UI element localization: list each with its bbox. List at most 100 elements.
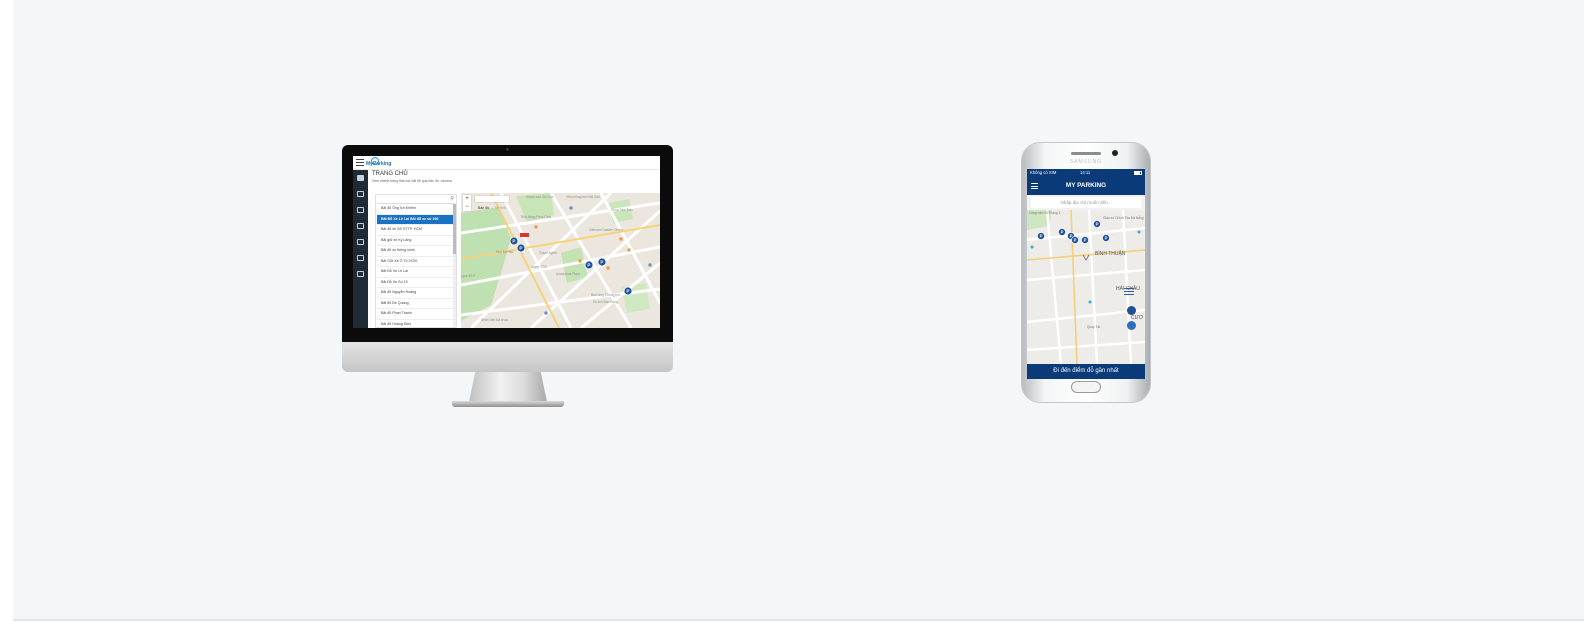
- parking-marker-icon[interactable]: P: [1081, 236, 1089, 244]
- calendar-icon[interactable]: [357, 255, 364, 261]
- parking-marker-icon[interactable]: P: [1037, 232, 1045, 240]
- lot-list-scrollbar[interactable]: [453, 204, 456, 327]
- svg-text:P: P: [1096, 222, 1099, 227]
- parking-lot-item[interactable]: Bãi Giữ Xe Ô Tô 2X3X: [377, 257, 454, 267]
- page-subtitle: Xem nhanh trạng thái các bãi đỗ qua bản …: [372, 179, 452, 183]
- parking-lot-icon[interactable]: [357, 191, 364, 197]
- list-view-icon[interactable]: [1124, 288, 1134, 296]
- parking-lot-list: Bãi đỗ Ông Ích Khiêm Bãi Đỗ Xe Lê Lai Bãi…: [377, 204, 454, 328]
- svg-text:P: P: [1040, 234, 1043, 239]
- parking-lot-panel: ⚲ Bãi đỗ Ông Ích Khiêm Bãi Đỗ Xe Lê Lai B…: [375, 194, 457, 328]
- parking-lot-item[interactable]: Bãi Đỗ Xe Số 15: [377, 278, 454, 288]
- bottom-divider: [13, 619, 1584, 621]
- parking-lot-item[interactable]: Bãi đỗ xe Sở GTTP. HCM: [377, 225, 454, 236]
- staff-icon[interactable]: [357, 239, 364, 245]
- parking-marker-icon[interactable]: P: [597, 257, 607, 267]
- monitor-bezel: MyParking TRANG CHỦ Xem nhanh trạng thái…: [342, 145, 673, 342]
- desktop-map[interactable]: Nhà Hàng Phúc Cafe Vietnam Coaster Cente…: [461, 193, 660, 328]
- parking-lot-item[interactable]: Bãi đỗ Đồ Quang: [377, 299, 454, 309]
- destination-search-input[interactable]: Nhập địa chỉ muốn đến...: [1031, 197, 1141, 208]
- parking-marker-icon[interactable]: P: [1058, 228, 1066, 236]
- map-label: Văn phòng bến Sài Gòn: [566, 195, 600, 199]
- parking-marker-icon[interactable]: P: [516, 243, 526, 253]
- map-label: Giáo xứ Chính Tòa Đà Nẵng: [1103, 215, 1144, 220]
- map-label: Lyce 30-9: [461, 274, 475, 278]
- svg-text:P: P: [1084, 238, 1087, 243]
- map-label: Bảo tàng Chứng tích: [591, 293, 621, 297]
- my-location-button[interactable]: [1127, 306, 1136, 315]
- map-zoom-control[interactable]: + −: [463, 195, 471, 211]
- hamburger-menu-icon[interactable]: [356, 159, 364, 166]
- zoom-out-button[interactable]: −: [463, 203, 471, 211]
- desktop-map-canvas: Nhà Hàng Phúc Cafe Vietnam Coaster Cente…: [461, 193, 660, 328]
- parking-lot-item[interactable]: Bãi Đỗ Xe Lê Lai Bãi đỗ xe số 196: [377, 214, 454, 225]
- map-label: Nhà Hàng Phúc Cafe: [521, 215, 551, 219]
- svg-text:P: P: [626, 289, 629, 294]
- parking-lot-item[interactable]: Bãi đỗ Hoàng Diệu: [377, 320, 454, 328]
- refresh-button[interactable]: [1127, 321, 1136, 330]
- settings-icon[interactable]: [357, 223, 364, 229]
- phone-brand-logo: SAMSUNG: [1069, 159, 1103, 165]
- page-background: [13, 0, 1584, 620]
- district-label: CƯƠ: [1131, 315, 1144, 321]
- svg-text:P: P: [1074, 238, 1077, 243]
- carrier-text: Không có SIM: [1030, 170, 1057, 175]
- map-label: Khách sạn Sài Gòn: [526, 195, 554, 199]
- phone-map[interactable]: Công viên 29 Tháng 3 Giáo xứ Chính Tòa Đ…: [1027, 210, 1145, 364]
- status-bar: Không có SIM 14:11: [1027, 169, 1145, 177]
- svg-text:P: P: [519, 246, 522, 251]
- phone-map-canvas: Công viên 29 Tháng 3 Giáo xứ Chính Tòa Đ…: [1027, 210, 1145, 364]
- app-title: MY PARKING: [1065, 182, 1107, 189]
- map-label: Đền Bà Hậu: [496, 250, 514, 254]
- parking-lot-item[interactable]: Bãi Đỗ Xe Lê Lai: [377, 267, 454, 278]
- smartphone: SAMSUNG Không có SIM 14:11 MY PARKING Nh…: [1022, 143, 1150, 402]
- map-label: Công viên 29 Tháng 3: [1029, 211, 1061, 215]
- monitor-base: [452, 401, 564, 407]
- front-camera-icon: [1112, 150, 1118, 156]
- app-sidebar: [353, 170, 368, 328]
- chat-icon[interactable]: [357, 271, 364, 277]
- user-icon[interactable]: [357, 207, 364, 213]
- monitor-stand: [469, 372, 547, 402]
- parking-lot-item[interactable]: Bãi đỗ Ông Ích Khiêm: [377, 204, 454, 215]
- zoom-in-button[interactable]: +: [463, 195, 471, 203]
- svg-text:P: P: [600, 260, 603, 265]
- map-type-toggle[interactable]: Bản đồ Vệ tinh: [475, 196, 509, 210]
- go-to-nearest-parking-button[interactable]: Đi đến điểm đỗ gần nhất: [1027, 364, 1145, 379]
- parking-marker-icon[interactable]: P: [1102, 234, 1110, 242]
- map-label: Chùa Tâm Đức: [611, 208, 633, 212]
- svg-text:P: P: [1105, 236, 1108, 241]
- dashboard-icon[interactable]: [357, 175, 364, 181]
- desktop-screen: MyParking TRANG CHỦ Xem nhanh trạng thái…: [353, 156, 660, 328]
- lot-search-input[interactable]: ⚲: [377, 196, 455, 204]
- status-time: 14:11: [1080, 170, 1091, 175]
- monitor-chin: [342, 342, 673, 372]
- search-icon[interactable]: ⚲: [450, 196, 454, 203]
- map-label: Quay Tất: [1087, 325, 1100, 329]
- parking-lot-item[interactable]: Bãi giữ xe Kỳ Lăng: [377, 236, 454, 246]
- phone-screen: Không có SIM 14:11 MY PARKING Nhập địa c…: [1027, 169, 1145, 379]
- search-bar: Nhập địa chỉ muốn đến...: [1027, 195, 1145, 210]
- app-bar: MY PARKING: [1027, 177, 1145, 195]
- map-type-satellite[interactable]: Vệ tinh: [492, 205, 509, 211]
- svg-text:P: P: [512, 239, 515, 244]
- home-button[interactable]: [1071, 381, 1101, 393]
- parking-marker-icon[interactable]: P: [584, 260, 594, 270]
- svg-text:P: P: [1061, 230, 1064, 235]
- parking-marker-icon[interactable]: P: [1093, 220, 1101, 228]
- map-type-map[interactable]: Bản đồ: [475, 205, 492, 211]
- speaker-grille: [1071, 152, 1101, 155]
- parking-lot-item[interactable]: Bãi đỗ Nguyễn Hoàng: [377, 288, 454, 299]
- map-label: Travel Agent: [539, 251, 557, 255]
- app-logo[interactable]: MyParking: [366, 161, 391, 167]
- map-label: Vietnam Coaster Center: [589, 228, 624, 232]
- parking-marker-icon[interactable]: P: [623, 286, 633, 296]
- parking-lot-item[interactable]: Bãi đỗ xe thông minh: [377, 246, 454, 257]
- parking-marker-icon[interactable]: P: [1071, 236, 1079, 244]
- desktop-monitor: MyParking TRANG CHỦ Xem nhanh trạng thái…: [342, 145, 673, 408]
- map-label: Du lịch Bảo Hồng: [593, 300, 618, 304]
- parking-marker-icon[interactable]: P: [509, 236, 519, 246]
- parking-lot-item[interactable]: Bãi đỗ Phan Thanh: [377, 309, 454, 320]
- district-label: BÌNH THUẬN: [1095, 250, 1126, 257]
- map-label: Ancoremnt Place: [556, 272, 580, 276]
